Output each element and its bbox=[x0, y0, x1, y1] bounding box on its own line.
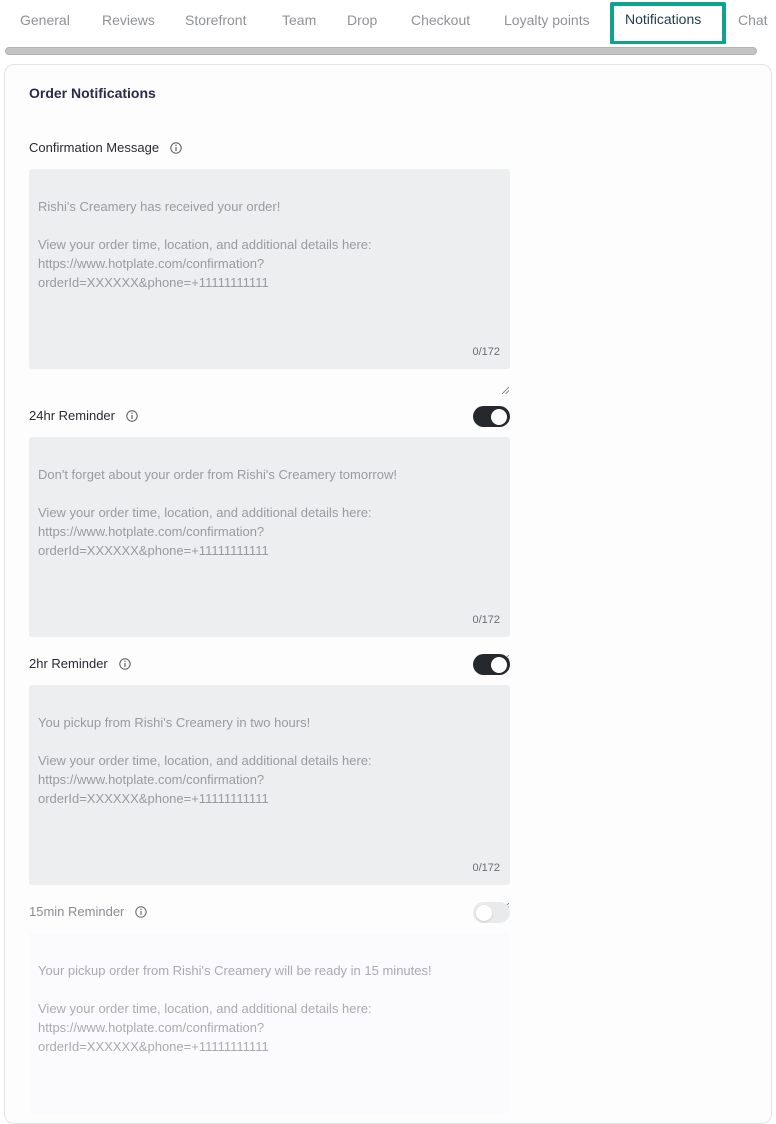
tab-notifications[interactable]: Notifications bbox=[625, 0, 701, 40]
reminder-15min-label-row: 15min Reminder bbox=[29, 904, 148, 919]
reminder-15min-toggle[interactable] bbox=[473, 902, 510, 923]
reminder-15min-textarea[interactable]: Your pickup order from Rishi's Creamery … bbox=[29, 933, 510, 1113]
tab-reviews[interactable]: Reviews bbox=[102, 0, 155, 40]
confirmation-message-label: Confirmation Message bbox=[29, 140, 160, 155]
tab-storefront[interactable]: Storefront bbox=[185, 0, 246, 40]
reminder-24hr-textarea[interactable]: Don't forget about your order from Rishi… bbox=[29, 437, 510, 663]
reminder-15min-placeholder: Your pickup order from Rishi's Creamery … bbox=[38, 963, 432, 1054]
confirmation-message-textarea[interactable]: Rishi's Creamery has received your order… bbox=[29, 169, 510, 395]
tab-drop[interactable]: Drop bbox=[347, 0, 377, 40]
toggle-knob bbox=[491, 656, 507, 673]
reminder-2hr-label: 2hr Reminder bbox=[29, 656, 108, 671]
tab-general[interactable]: General bbox=[20, 0, 70, 40]
order-notifications-card: Order Notifications Confirmation Message… bbox=[4, 64, 772, 1124]
reminder-2hr-char-count: 0/172 bbox=[472, 862, 500, 874]
reminder-24hr-label: 24hr Reminder bbox=[29, 408, 115, 423]
section-title: Order Notifications bbox=[29, 85, 156, 101]
reminder-24hr-placeholder: Don't forget about your order from Rishi… bbox=[38, 467, 397, 558]
reminder-2hr-toggle[interactable] bbox=[473, 654, 510, 675]
reminder-24hr-label-row: 24hr Reminder bbox=[29, 408, 139, 423]
settings-tab-bar: General Reviews Storefront Team Drop Che… bbox=[0, 0, 776, 44]
reminder-2hr-placeholder: You pickup from Rishi's Creamery in two … bbox=[38, 715, 372, 806]
horizontal-scrollbar[interactable] bbox=[5, 47, 757, 55]
reminder-15min-label: 15min Reminder bbox=[29, 904, 125, 919]
info-icon[interactable] bbox=[134, 905, 148, 919]
reminder-24hr-toggle[interactable] bbox=[473, 406, 510, 427]
confirmation-char-count: 0/172 bbox=[472, 346, 500, 358]
toggle-knob bbox=[475, 904, 492, 921]
resize-grip-icon[interactable] bbox=[501, 629, 510, 663]
toggle-knob bbox=[491, 408, 507, 425]
info-icon[interactable] bbox=[118, 657, 132, 671]
reminder-2hr-label-row: 2hr Reminder bbox=[29, 656, 132, 671]
tab-chat[interactable]: Chat bbox=[738, 0, 768, 40]
confirmation-message-label-row: Confirmation Message bbox=[29, 140, 183, 155]
tab-team[interactable]: Team bbox=[282, 0, 316, 40]
info-icon[interactable] bbox=[169, 141, 183, 155]
tab-checkout[interactable]: Checkout bbox=[411, 0, 470, 40]
resize-grip-icon[interactable] bbox=[501, 877, 510, 911]
tab-loyalty-points[interactable]: Loyalty points bbox=[504, 0, 590, 40]
resize-grip-icon[interactable] bbox=[501, 361, 510, 395]
confirmation-message-placeholder: Rishi's Creamery has received your order… bbox=[38, 199, 372, 290]
reminder-24hr-char-count: 0/172 bbox=[472, 614, 500, 626]
reminder-2hr-textarea[interactable]: You pickup from Rishi's Creamery in two … bbox=[29, 685, 510, 911]
info-icon[interactable] bbox=[125, 409, 139, 423]
